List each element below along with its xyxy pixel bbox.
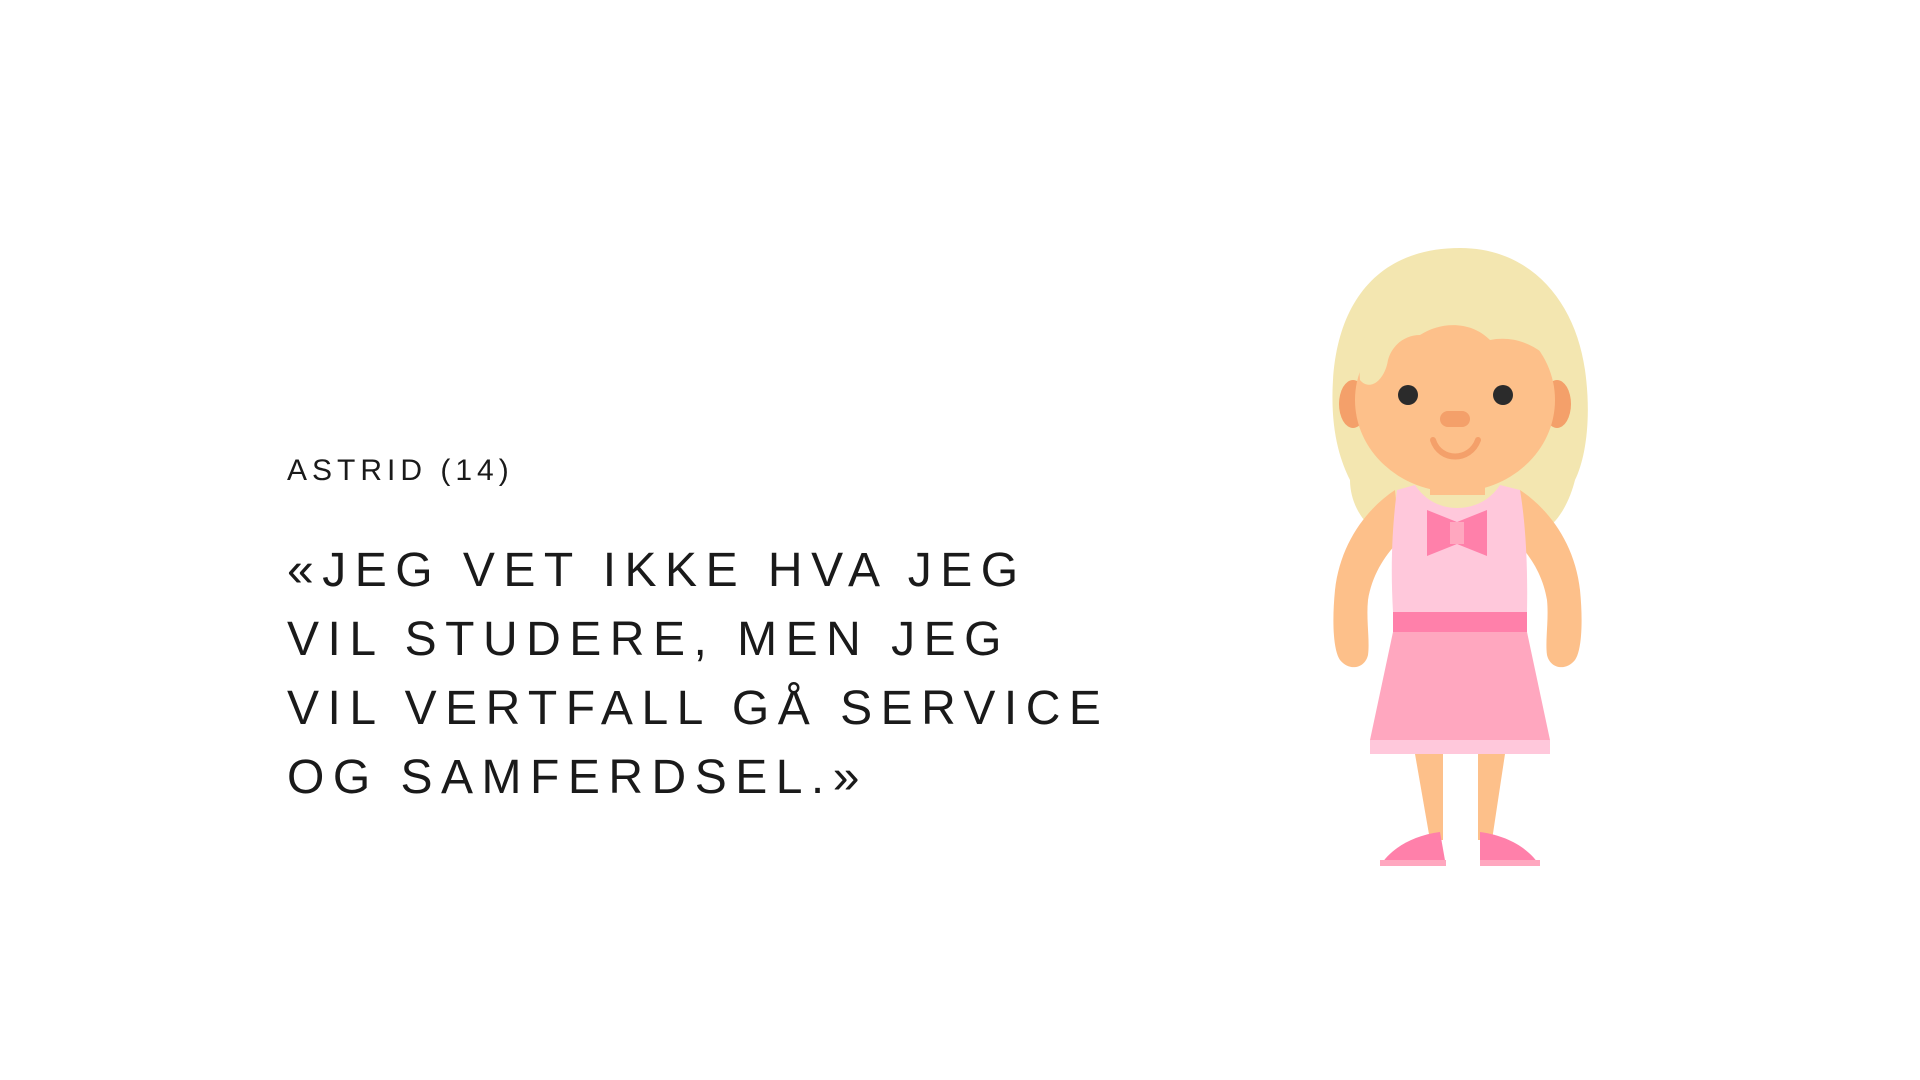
quote-line: VIL STUDERE, MEN JEG bbox=[287, 613, 1010, 666]
quote-block: ASTRID (14) «JEG VET IKKE HVA JEG VIL ST… bbox=[287, 446, 1187, 812]
quote-line: OG SAMFERDSEL.» bbox=[287, 751, 868, 804]
slide: ASTRID (14) «JEG VET IKKE HVA JEG VIL ST… bbox=[0, 0, 1920, 1080]
quote-text: «JEG VET IKKE HVA JEG VIL STUDERE, MEN J… bbox=[287, 536, 1187, 812]
speaker-name: ASTRID (14) bbox=[287, 454, 514, 487]
quote-line: «JEG VET IKKE HVA JEG bbox=[287, 544, 1027, 597]
quote-line: VIL VERTFALL GÅ SERVICE bbox=[287, 682, 1110, 735]
girl-character-icon bbox=[1332, 248, 1588, 866]
